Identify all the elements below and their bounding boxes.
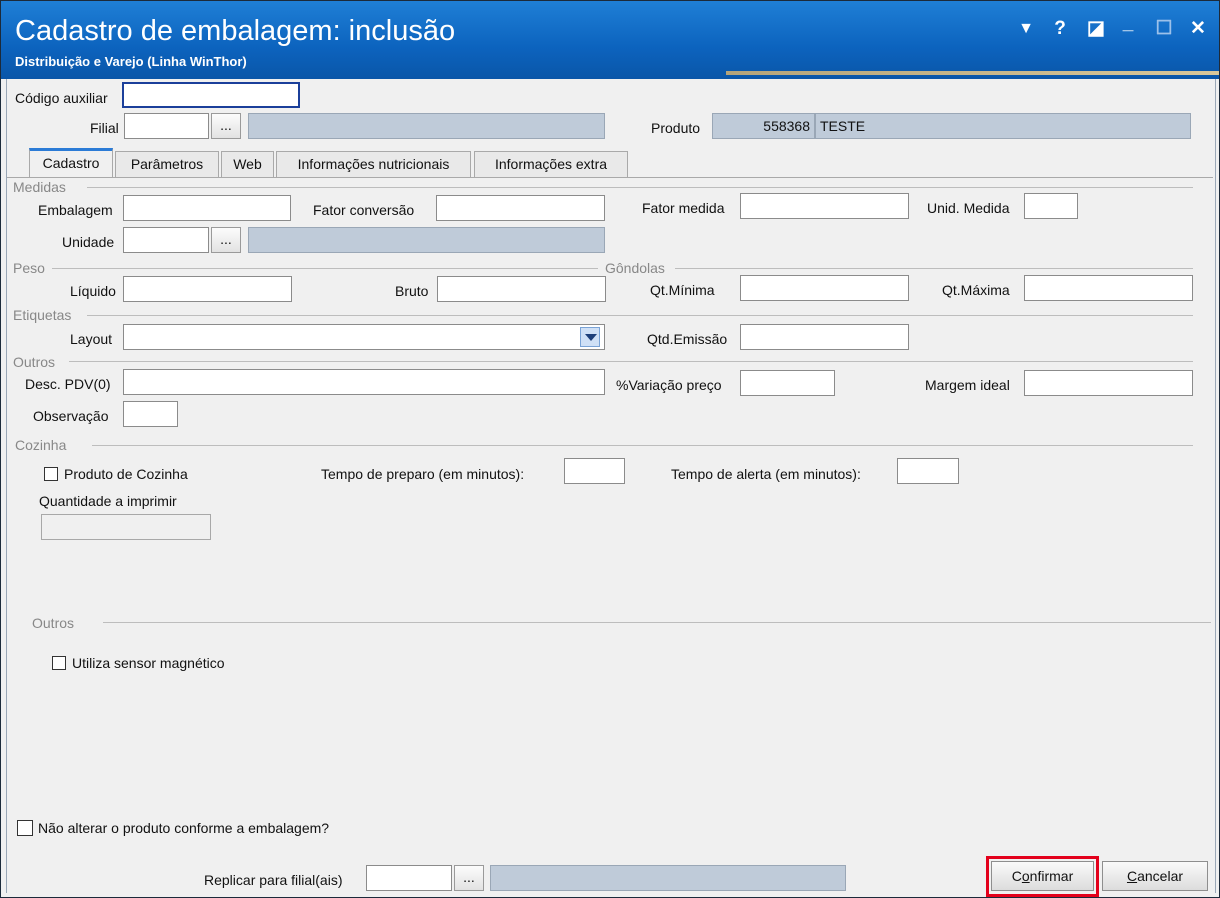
unid-medida-input[interactable]	[1024, 193, 1078, 219]
maximize-icon[interactable]: ☐	[1151, 16, 1177, 42]
margem-ideal-label: Margem ideal	[925, 377, 1010, 393]
unidade-label: Unidade	[62, 234, 115, 250]
cancelar-mnemonic: C	[1126, 868, 1138, 884]
title-bar[interactable]: Cadastro de embalagem: inclusão Distribu…	[1, 1, 1219, 79]
close-icon[interactable]: ✕	[1185, 16, 1211, 42]
codigo-auxiliar-input[interactable]	[122, 82, 300, 108]
confirmar-text: nfirmar	[1029, 868, 1074, 884]
unidade-description-field	[248, 227, 605, 253]
form-body: Código auxiliar Filial ... Produto 55836…	[6, 79, 1216, 897]
qtd-emissao-input[interactable]	[740, 324, 909, 350]
tab-web[interactable]: Web	[221, 151, 274, 177]
section-etiquetas: Etiquetas	[13, 307, 72, 323]
nao-alterar-label: Não alterar o produto conforme a embalag…	[38, 820, 330, 836]
variacao-preco-label: %Variação preço	[616, 377, 722, 393]
bruto-input[interactable]	[437, 276, 606, 302]
section-line	[675, 268, 1193, 269]
qt-minima-label: Qt.Mínima	[650, 282, 715, 298]
section-line	[69, 361, 1193, 362]
section-line	[92, 445, 1193, 446]
filial-search-button[interactable]: ...	[211, 113, 241, 139]
restore-icon[interactable]: ◪	[1083, 16, 1109, 42]
produto-label: Produto	[651, 120, 701, 136]
embalagem-input[interactable]	[123, 195, 291, 221]
replicar-label: Replicar para filial(ais)	[204, 872, 343, 888]
quantidade-imprimir-input	[41, 514, 211, 540]
tempo-preparo-label: Tempo de preparo (em minutos):	[321, 466, 525, 482]
produto-cozinha-checkbox[interactable]	[44, 467, 58, 481]
section-line	[87, 315, 1193, 316]
tempo-alerta-input[interactable]	[897, 458, 959, 484]
replicar-description-field	[490, 865, 846, 891]
window-subtitle: Distribuição e Varejo (Linha WinThor)	[15, 54, 247, 69]
margem-ideal-input[interactable]	[1024, 370, 1193, 396]
desc-pdv-input[interactable]	[123, 369, 605, 395]
chevron-down-icon[interactable]	[580, 327, 600, 347]
replicar-filial-input[interactable]	[366, 865, 452, 891]
fator-medida-label: Fator medida	[642, 200, 725, 216]
qt-minima-input[interactable]	[740, 275, 909, 301]
variacao-preco-input[interactable]	[740, 370, 835, 396]
cancelar-button[interactable]: Cancelar	[1102, 861, 1208, 891]
produto-name-field: TESTE	[815, 113, 1191, 139]
section-line	[103, 622, 1211, 623]
tab-cadastro[interactable]: Cadastro	[29, 148, 113, 178]
sensor-magnetico-checkbox[interactable]	[52, 656, 66, 670]
embalagem-label: Embalagem	[38, 202, 113, 218]
cancelar-text: ancelar	[1137, 868, 1184, 884]
tab-parametros[interactable]: Parâmetros	[115, 151, 219, 177]
tempo-alerta-label: Tempo de alerta (em minutos):	[671, 466, 861, 482]
window: Cadastro de embalagem: inclusão Distribu…	[0, 0, 1220, 898]
section-peso: Peso	[13, 260, 45, 276]
sensor-magnetico-label: Utiliza sensor magnético	[72, 655, 225, 671]
filial-description-field	[248, 113, 605, 139]
desc-pdv-label: Desc. PDV(0)	[25, 376, 111, 392]
tab-informacoes-nutricionais[interactable]: Informações nutricionais	[276, 151, 471, 177]
liquido-input[interactable]	[123, 276, 292, 302]
qtd-emissao-label: Qtd.Emissão	[647, 331, 728, 347]
layout-select[interactable]	[123, 324, 605, 350]
section-gondolas: Gôndolas	[605, 260, 665, 276]
liquido-label: Líquido	[70, 283, 116, 299]
minimize-icon[interactable]: _	[1115, 11, 1141, 37]
section-outros: Outros	[13, 354, 56, 370]
menu-dropdown-icon[interactable]: ▼	[1013, 16, 1039, 42]
confirmar-text: C	[1011, 868, 1022, 884]
layout-label: Layout	[70, 331, 113, 347]
tab-divider	[7, 177, 1213, 178]
replicar-search-button[interactable]: ...	[454, 865, 484, 891]
nao-alterar-checkbox[interactable]	[17, 820, 33, 836]
help-icon[interactable]: ?	[1047, 16, 1073, 42]
confirmar-mnemonic: o	[1021, 868, 1030, 884]
fator-medida-input[interactable]	[740, 193, 909, 219]
section-line	[52, 268, 598, 269]
codigo-auxiliar-label: Código auxiliar	[15, 90, 108, 106]
window-title: Cadastro de embalagem: inclusão	[15, 15, 456, 47]
qt-maxima-label: Qt.Máxima	[942, 282, 1010, 298]
section-cozinha: Cozinha	[15, 437, 67, 453]
confirmar-button[interactable]: Confirmar	[991, 861, 1094, 891]
section-line	[87, 187, 1193, 188]
filial-input[interactable]	[124, 113, 209, 139]
observacao-label: Observação	[33, 408, 109, 424]
unidade-search-button[interactable]: ...	[211, 227, 241, 253]
section-outros-2: Outros	[32, 615, 75, 631]
title-accent-bar	[726, 71, 1219, 75]
qt-maxima-input[interactable]	[1024, 275, 1193, 301]
tab-informacoes-extra[interactable]: Informações extra	[474, 151, 628, 177]
unid-medida-label: Unid. Medida	[927, 200, 1010, 216]
fator-conversao-label: Fator conversão	[313, 202, 415, 218]
produto-cozinha-label: Produto de Cozinha	[64, 466, 188, 482]
tempo-preparo-input[interactable]	[564, 458, 625, 484]
bruto-label: Bruto	[395, 283, 429, 299]
fator-conversao-input[interactable]	[436, 195, 605, 221]
unidade-input[interactable]	[123, 227, 209, 253]
filial-label: Filial	[90, 120, 119, 136]
produto-code-field: 558368	[712, 113, 815, 139]
observacao-input[interactable]	[123, 401, 178, 427]
section-medidas: Medidas	[13, 179, 66, 195]
quantidade-imprimir-label: Quantidade a imprimir	[39, 493, 177, 509]
